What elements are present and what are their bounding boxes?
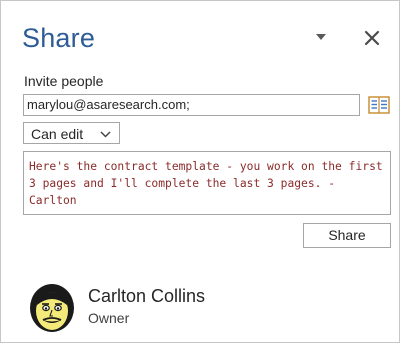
share-pane: Share Invite people Can edit Here's the … xyxy=(0,0,400,343)
message-textarea[interactable]: Here's the contract template - you work … xyxy=(23,151,391,215)
avatar xyxy=(30,284,74,332)
share-button[interactable]: Share xyxy=(303,223,391,248)
address-book-icon[interactable] xyxy=(368,96,390,114)
invite-email-input[interactable] xyxy=(23,94,360,116)
invite-people-label: Invite people xyxy=(24,73,104,89)
chevron-down-icon xyxy=(100,131,111,138)
owner-role: Owner xyxy=(88,310,130,326)
permission-selected-value: Can edit xyxy=(31,126,84,142)
close-icon[interactable] xyxy=(362,28,382,48)
owner-name: Carlton Collins xyxy=(88,286,206,306)
permission-dropdown[interactable]: Can edit xyxy=(23,122,120,144)
chevron-down-icon[interactable] xyxy=(314,32,328,42)
pane-title: Share xyxy=(22,23,96,53)
